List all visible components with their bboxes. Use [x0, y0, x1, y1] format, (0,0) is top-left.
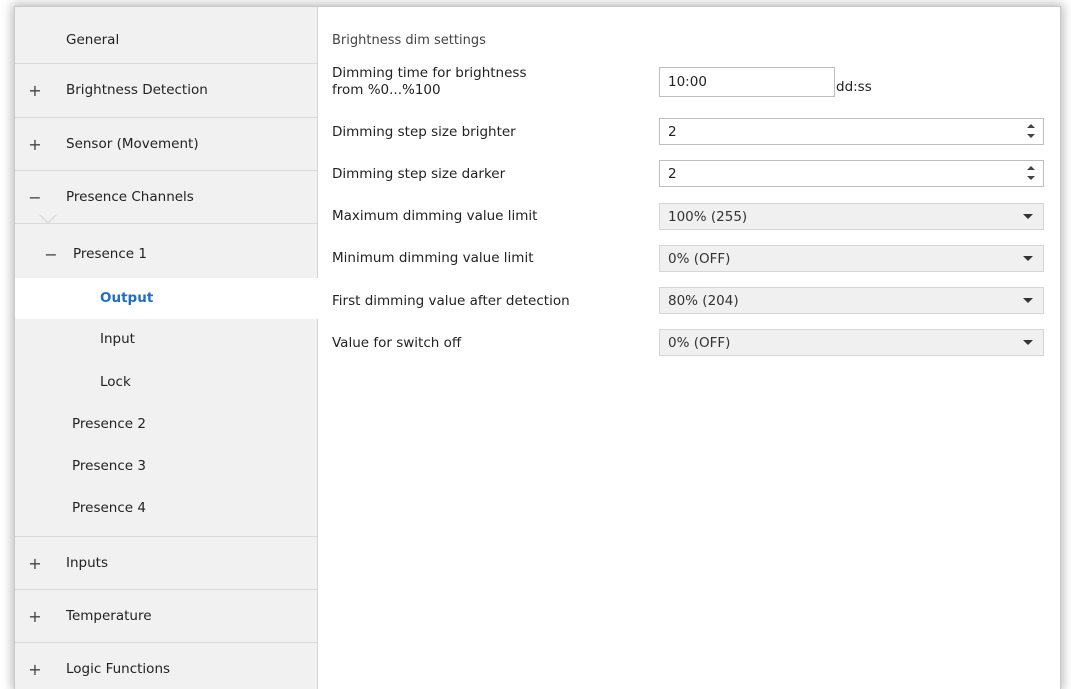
step-brighter-stepper[interactable]: 2	[659, 118, 1044, 145]
sidebar-item-label: Brightness Detection	[66, 82, 208, 98]
sidebar-item-brightness-detection[interactable]: + Brightness Detection	[15, 64, 317, 118]
sidebar-item-presence-4[interactable]: Presence 4	[15, 491, 317, 537]
plus-icon: +	[28, 81, 42, 100]
sidebar-item-label: Presence 1	[73, 246, 147, 262]
dropdown-arrow-icon	[1023, 340, 1033, 345]
max-limit-select[interactable]: 100% (255)	[659, 203, 1044, 230]
first-value-label: First dimming value after detection	[332, 293, 570, 309]
max-limit-value: 100% (255)	[668, 208, 748, 225]
sidebar: General + Brightness Detection + Sensor …	[15, 7, 318, 689]
sidebar-item-label: Lock	[100, 374, 131, 390]
step-darker-label: Dimming step size darker	[332, 166, 506, 182]
sidebar-item-label: Output	[100, 290, 154, 306]
switch-off-select[interactable]: 0% (OFF)	[659, 329, 1044, 356]
sidebar-item-presence-channels[interactable]: − Presence Channels	[15, 171, 317, 224]
sidebar-item-label: Presence Channels	[66, 189, 194, 205]
dimming-time-label-line2: from %0...%100	[332, 82, 441, 98]
sidebar-item-inputs[interactable]: + Inputs	[15, 537, 317, 590]
dimming-time-input[interactable]: 10:00	[659, 67, 835, 97]
group-notch-inner	[40, 214, 56, 222]
sidebar-item-logic-functions[interactable]: + Logic Functions	[15, 643, 317, 689]
spin-arrows-icon[interactable]	[1027, 123, 1035, 141]
sidebar-item-presence-2[interactable]: Presence 2	[15, 407, 317, 443]
step-brighter-label: Dimming step size brighter	[332, 124, 516, 140]
sidebar-item-lock[interactable]: Lock	[15, 365, 317, 401]
max-limit-label: Maximum dimming value limit	[332, 208, 538, 224]
dropdown-arrow-icon	[1023, 298, 1033, 303]
section-title: Brightness dim settings	[332, 33, 486, 48]
plus-icon: +	[28, 554, 42, 573]
sidebar-item-output[interactable]: Output	[15, 278, 318, 319]
sidebar-item-label: Sensor (Movement)	[66, 136, 199, 152]
switch-off-label: Value for switch off	[332, 335, 462, 351]
sidebar-item-label: Presence 2	[72, 416, 146, 432]
sidebar-item-general[interactable]: General	[15, 7, 317, 64]
plus-icon: +	[28, 660, 42, 679]
plus-icon: +	[28, 135, 42, 154]
step-brighter-value: 2	[668, 123, 677, 140]
sidebar-item-presence-1[interactable]: − Presence 1	[15, 237, 317, 273]
dropdown-arrow-icon	[1023, 214, 1033, 219]
settings-panel: Brightness dim settings Dimming time for…	[318, 7, 1060, 689]
dimming-time-value: 10:00	[668, 74, 707, 90]
minus-icon: −	[44, 245, 58, 264]
spin-arrows-icon[interactable]	[1027, 165, 1035, 183]
sidebar-item-sensor-movement[interactable]: + Sensor (Movement)	[15, 118, 317, 171]
sidebar-item-label: General	[66, 32, 120, 48]
sidebar-item-label: Presence 3	[72, 458, 146, 474]
min-limit-select[interactable]: 0% (OFF)	[659, 245, 1044, 272]
switch-off-value: 0% (OFF)	[668, 334, 731, 351]
app-window: General + Brightness Detection + Sensor …	[14, 6, 1061, 689]
dimming-time-label: Dimming time for brightness from %0...%1…	[332, 65, 526, 99]
sidebar-item-label: Input	[100, 331, 135, 347]
minus-icon: −	[28, 188, 42, 207]
dimming-time-label-line1: Dimming time for brightness	[332, 65, 527, 81]
step-darker-stepper[interactable]: 2	[659, 160, 1044, 187]
sidebar-item-label: Temperature	[66, 608, 152, 624]
sidebar-item-label: Inputs	[66, 555, 108, 571]
plus-icon: +	[28, 607, 42, 626]
dropdown-arrow-icon	[1023, 256, 1033, 261]
sidebar-item-label: Logic Functions	[66, 661, 171, 677]
sidebar-item-temperature[interactable]: + Temperature	[15, 590, 317, 643]
step-darker-value: 2	[668, 165, 677, 182]
sidebar-item-input[interactable]: Input	[15, 322, 317, 358]
sidebar-item-label: Presence 4	[72, 500, 146, 516]
dimming-time-unit: dd:ss	[836, 79, 872, 95]
min-limit-value: 0% (OFF)	[668, 250, 731, 267]
first-value-select[interactable]: 80% (204)	[659, 287, 1044, 314]
min-limit-label: Minimum dimming value limit	[332, 250, 534, 266]
first-value-value: 80% (204)	[668, 292, 739, 309]
sidebar-item-presence-3[interactable]: Presence 3	[15, 449, 317, 485]
